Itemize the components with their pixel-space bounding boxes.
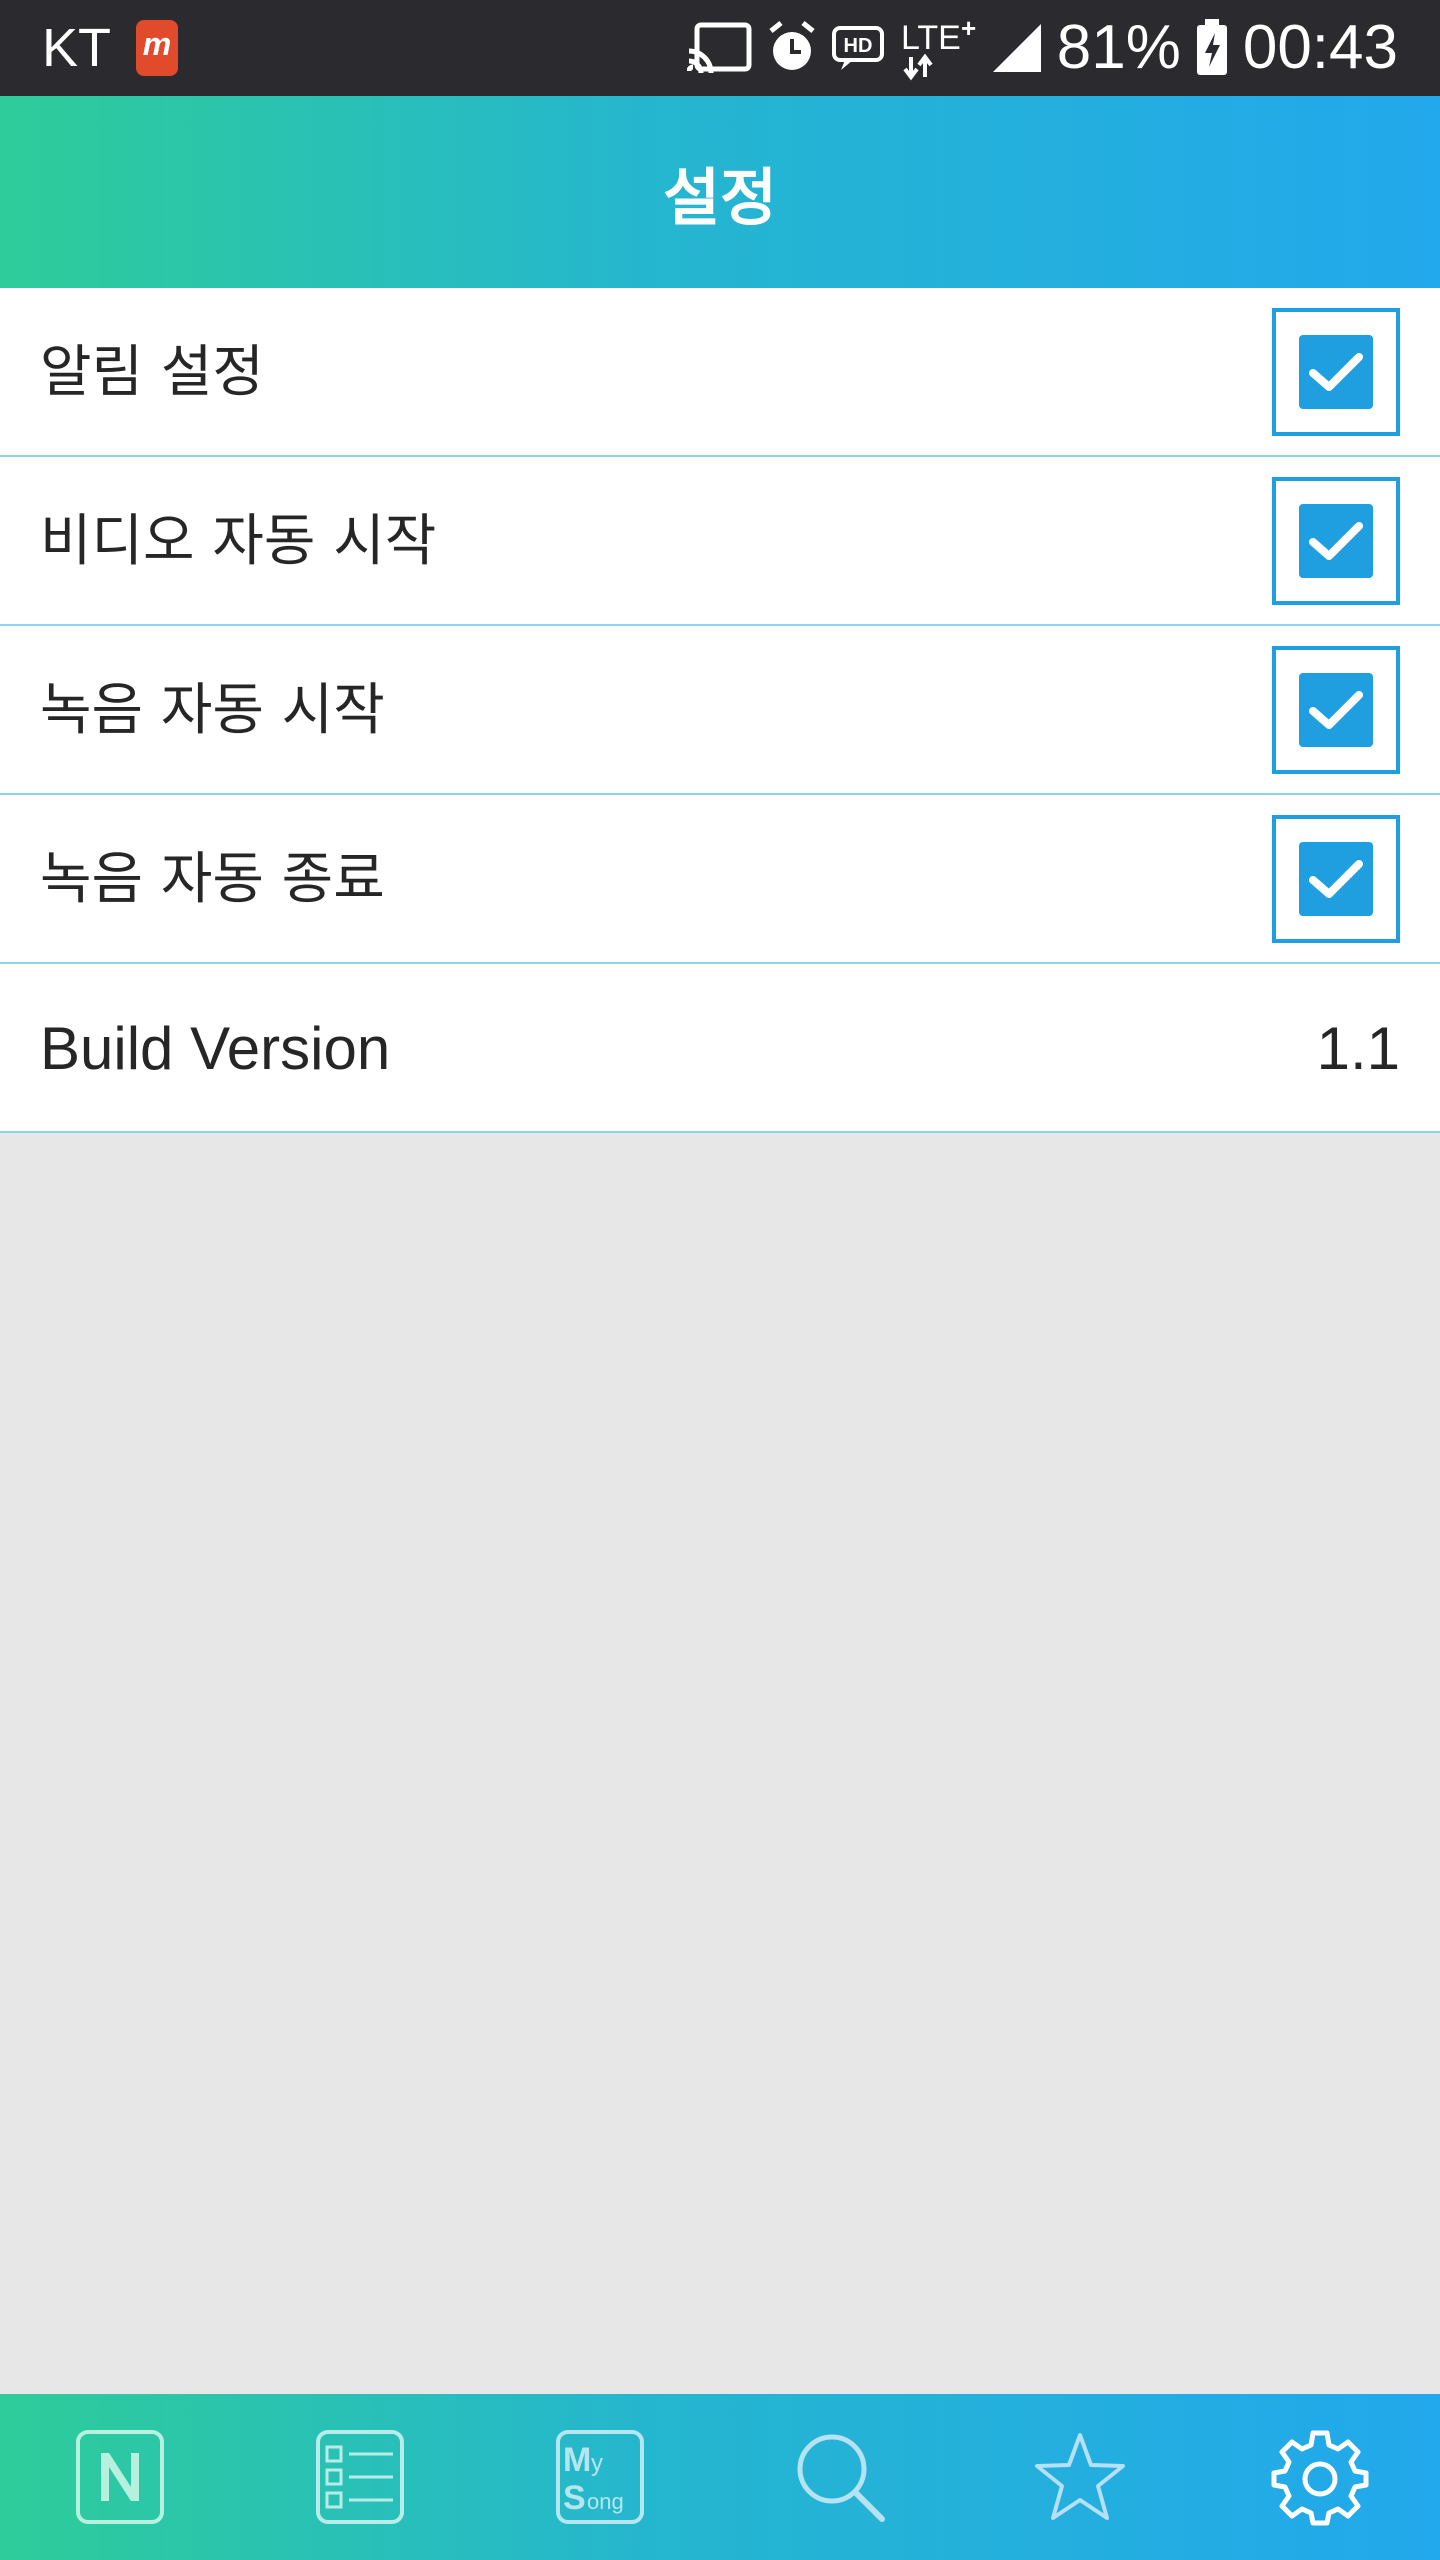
app-header: 설정 bbox=[0, 96, 1440, 288]
nav-favorites[interactable] bbox=[1020, 2417, 1140, 2537]
bottom-nav: M y S ong bbox=[0, 2394, 1440, 2560]
notifications-checkbox[interactable] bbox=[1272, 308, 1400, 436]
battery-charging-icon bbox=[1195, 19, 1229, 77]
mysong-icon: M y S ong bbox=[556, 2430, 644, 2524]
svg-text:HD: HD bbox=[843, 35, 872, 57]
status-bar: KT m HD LTE + 81% 00:43 bbox=[0, 0, 1440, 96]
app-notification-icon: m bbox=[136, 20, 178, 76]
svg-text:+: + bbox=[961, 15, 976, 43]
video-autostart-checkbox[interactable] bbox=[1272, 477, 1400, 605]
checkmark-icon bbox=[1299, 335, 1373, 409]
signal-icon bbox=[991, 22, 1043, 74]
page-title: 설정 bbox=[662, 161, 778, 234]
settings-list: 알림 설정 비디오 자동 시작 녹음 자동 시작 녹음 자동 종료 Build … bbox=[0, 288, 1440, 1133]
nav-mysong[interactable]: M y S ong bbox=[540, 2417, 660, 2537]
setting-label: 알림 설정 bbox=[40, 340, 264, 405]
build-version-row: Build Version 1.1 bbox=[0, 964, 1440, 1133]
nav-search[interactable] bbox=[780, 2417, 900, 2537]
build-version-value: 1.1 bbox=[1316, 1015, 1400, 1082]
lte-plus-icon: LTE + bbox=[899, 15, 977, 81]
setting-row-notifications[interactable]: 알림 설정 bbox=[0, 288, 1440, 457]
setting-label: 녹음 자동 종료 bbox=[40, 847, 385, 912]
cast-icon bbox=[686, 21, 753, 75]
setting-label: 녹음 자동 시작 bbox=[40, 678, 385, 743]
nav-new[interactable] bbox=[60, 2417, 180, 2537]
svg-text:ong: ong bbox=[587, 2489, 624, 2514]
search-icon bbox=[797, 2434, 885, 2522]
setting-row-record-autostop[interactable]: 녹음 자동 종료 bbox=[0, 795, 1440, 964]
new-n-icon bbox=[76, 2430, 164, 2524]
nav-list[interactable] bbox=[300, 2417, 420, 2537]
star-icon bbox=[1035, 2433, 1125, 2520]
nav-settings[interactable] bbox=[1260, 2417, 1380, 2537]
svg-text:LTE: LTE bbox=[901, 19, 961, 57]
list-icon bbox=[316, 2430, 404, 2524]
svg-text:S: S bbox=[563, 2479, 586, 2517]
checkmark-icon bbox=[1299, 673, 1373, 747]
checkmark-icon bbox=[1299, 504, 1373, 578]
svg-text:M: M bbox=[563, 2441, 591, 2479]
hd-voice-icon: HD bbox=[831, 24, 885, 72]
clock: 00:43 bbox=[1242, 13, 1398, 82]
build-version-label: Build Version bbox=[40, 1015, 391, 1082]
carrier-label: KT bbox=[42, 18, 112, 78]
alarm-icon bbox=[767, 21, 817, 75]
status-icons: HD LTE + 81% 00:43 bbox=[686, 0, 1398, 96]
battery-percent: 81% bbox=[1056, 13, 1181, 82]
record-autostop-checkbox[interactable] bbox=[1272, 815, 1400, 943]
gear-icon bbox=[1271, 2430, 1369, 2526]
setting-label: 비디오 자동 시작 bbox=[40, 509, 437, 574]
setting-row-video-autostart[interactable]: 비디오 자동 시작 bbox=[0, 457, 1440, 626]
setting-row-record-autostart[interactable]: 녹음 자동 시작 bbox=[0, 626, 1440, 795]
checkmark-icon bbox=[1299, 842, 1373, 916]
svg-text:y: y bbox=[591, 2450, 603, 2477]
record-autostart-checkbox[interactable] bbox=[1272, 646, 1400, 774]
